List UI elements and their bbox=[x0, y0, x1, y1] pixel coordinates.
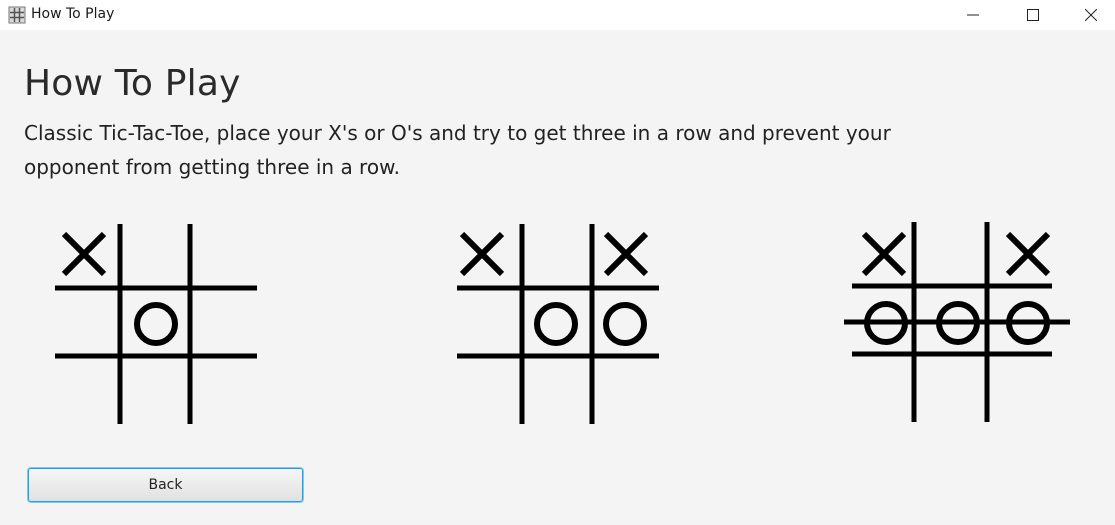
maximize-icon bbox=[1027, 6, 1039, 25]
maximize-button[interactable] bbox=[1004, 0, 1062, 30]
x-mark bbox=[61, 231, 107, 277]
close-icon bbox=[1084, 6, 1098, 25]
board-step-1 bbox=[50, 218, 262, 430]
instructions-text: Classic Tic-Tac-Toe, place your X's or O… bbox=[24, 121, 891, 179]
o-mark bbox=[603, 302, 647, 346]
close-button[interactable] bbox=[1062, 0, 1115, 30]
board-step-2 bbox=[452, 218, 664, 430]
minimize-icon bbox=[967, 6, 979, 25]
game-icon bbox=[8, 6, 26, 24]
window-title: How To Play bbox=[31, 6, 115, 22]
x-mark bbox=[861, 231, 907, 277]
minimize-button[interactable] bbox=[944, 0, 1002, 30]
back-button[interactable]: Back bbox=[28, 468, 303, 502]
x-mark bbox=[459, 231, 505, 277]
board-step-3 bbox=[842, 216, 1074, 428]
x-mark bbox=[1005, 231, 1051, 277]
page-title: How To Play bbox=[24, 63, 241, 104]
x-mark bbox=[603, 231, 649, 277]
o-mark bbox=[534, 302, 578, 346]
o-mark bbox=[134, 302, 178, 346]
title-bar: How To Play bbox=[0, 0, 1115, 30]
